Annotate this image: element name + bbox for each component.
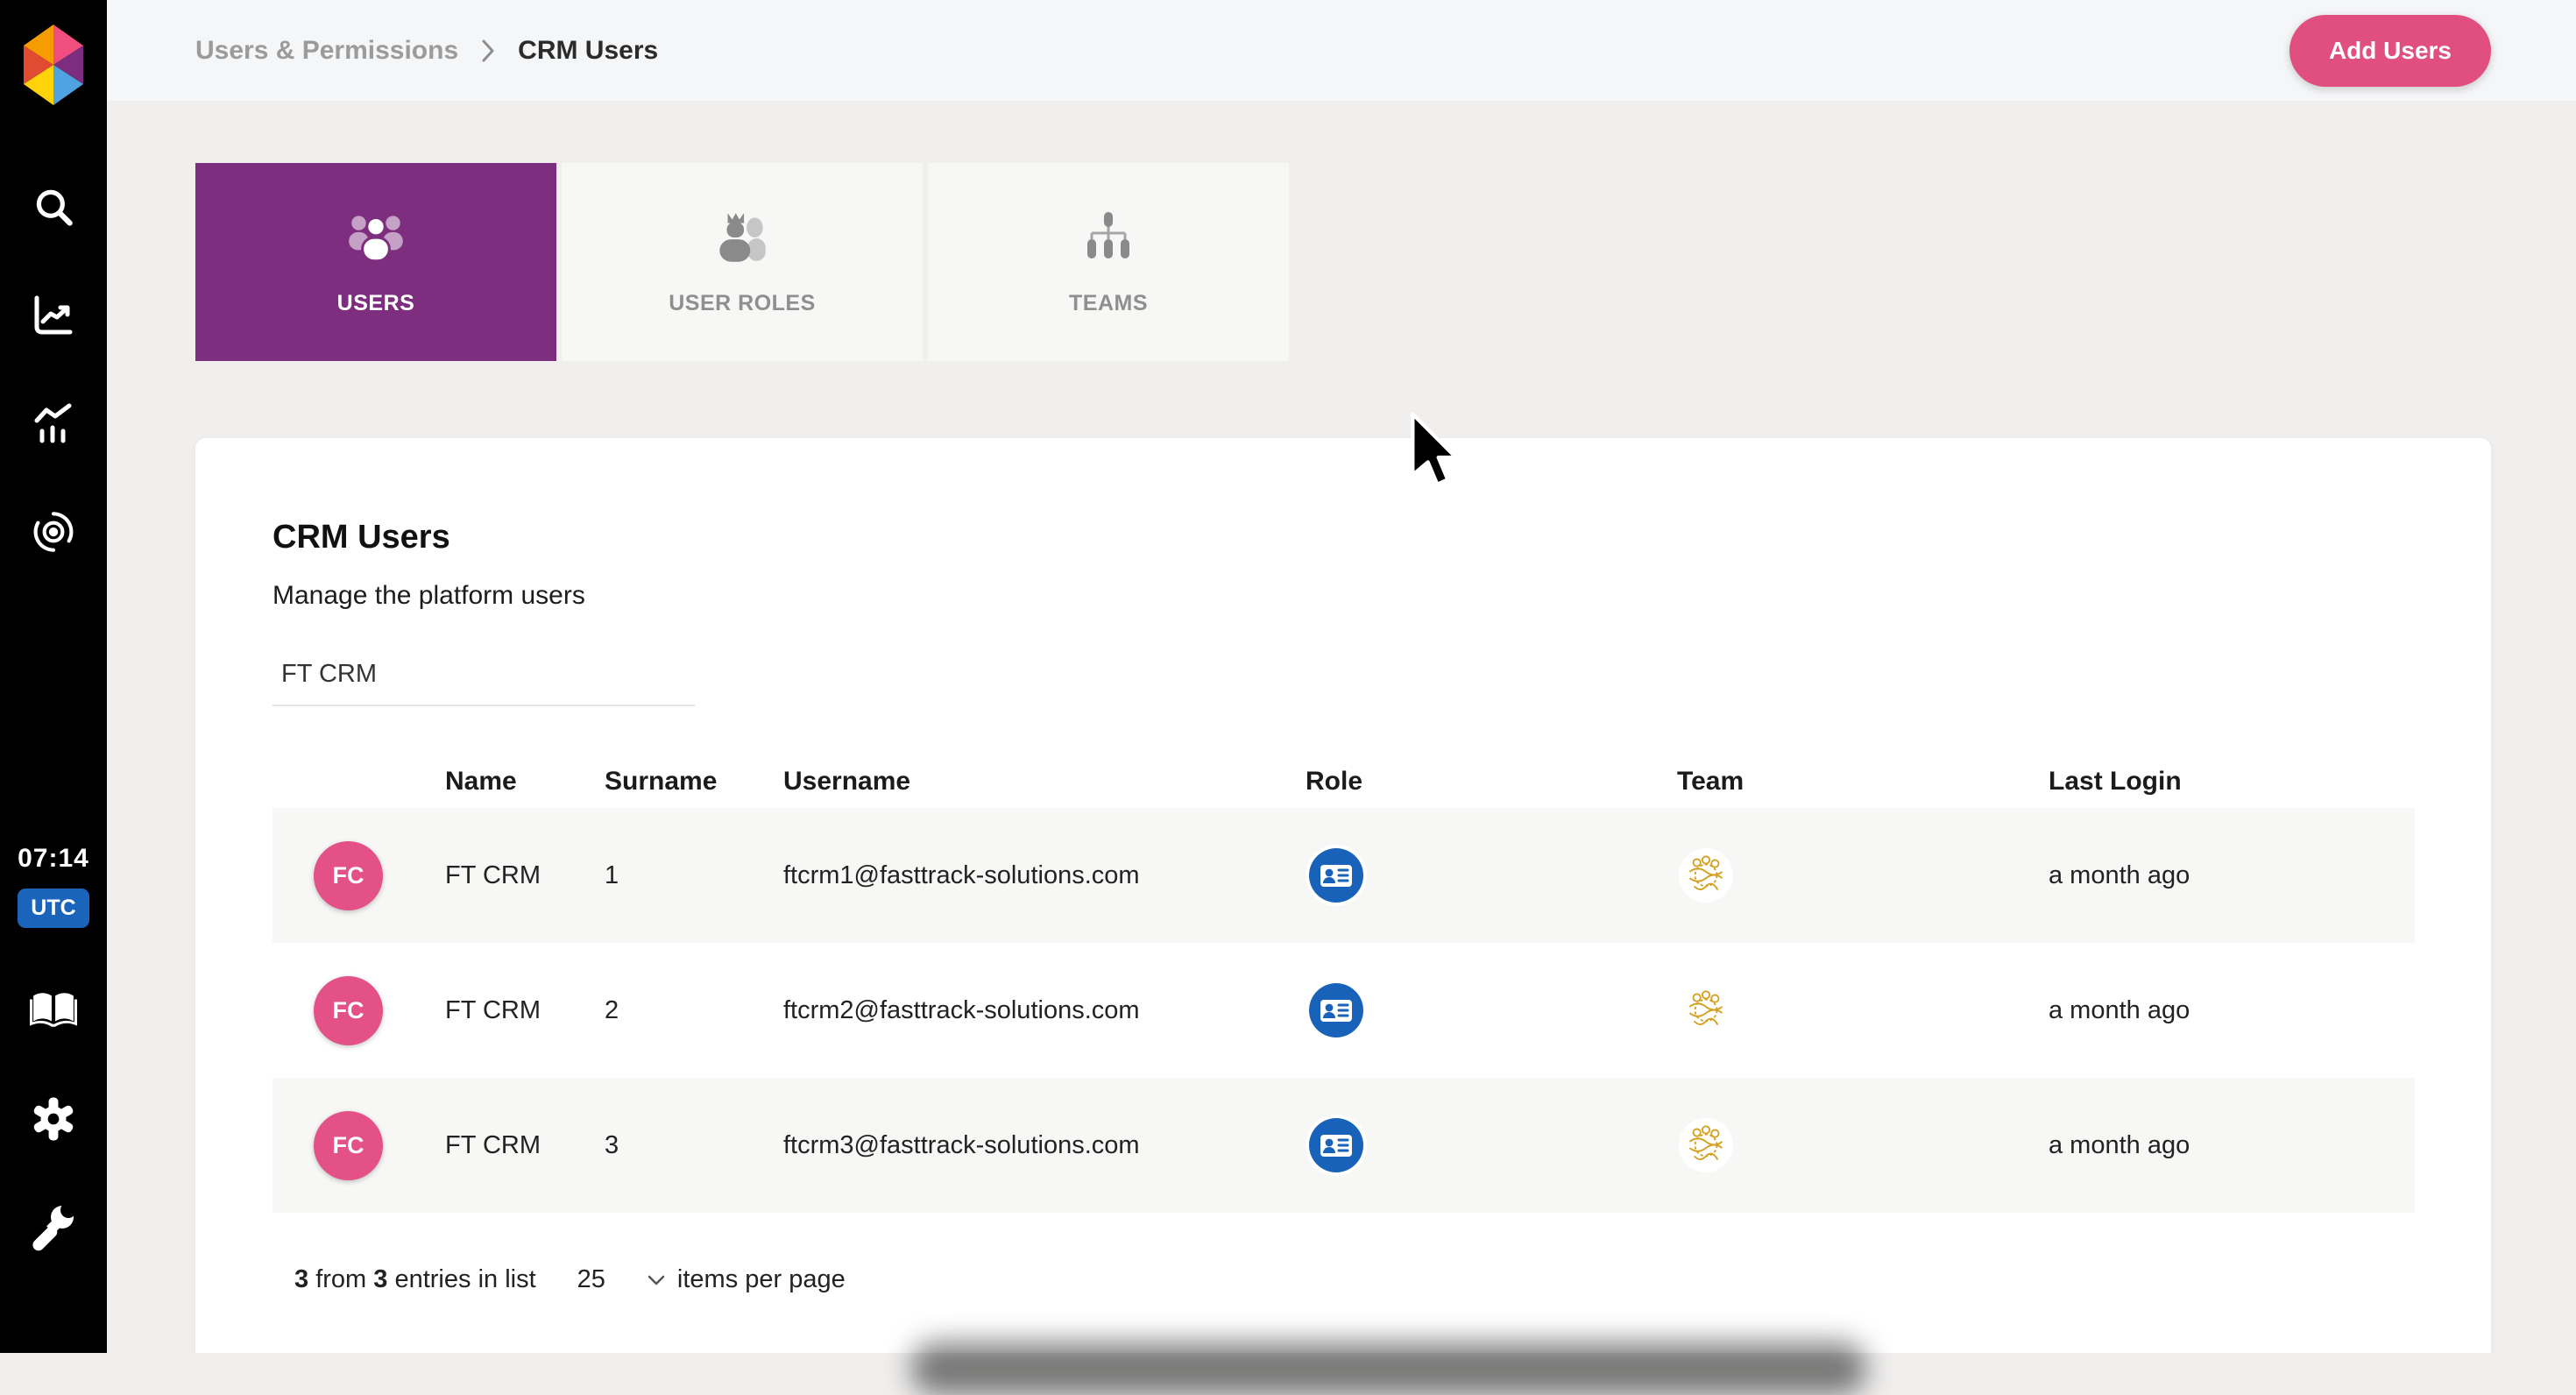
bar-chart-icon bbox=[34, 403, 72, 443]
cell-surname: 3 bbox=[605, 1130, 619, 1159]
sidebar: 07:14 UTC bbox=[0, 0, 107, 1353]
sidebar-tools-button[interactable] bbox=[0, 1198, 107, 1256]
table-row[interactable]: FC FT CRM 3 ftcrm3@fasttrack-solutions.c… bbox=[272, 1078, 2415, 1213]
sidebar-settings-button[interactable] bbox=[0, 1090, 107, 1148]
page-title: CRM Users bbox=[272, 519, 450, 556]
add-users-button[interactable]: Add Users bbox=[2289, 14, 2491, 87]
sidebar-reports-button[interactable] bbox=[0, 395, 107, 453]
sidebar-search-button[interactable] bbox=[0, 180, 107, 237]
table-header: Name Surname Username Role Team Last Log… bbox=[272, 755, 2415, 808]
avatar[interactable]: FC bbox=[314, 975, 383, 1045]
cell-name: FT CRM bbox=[445, 860, 541, 889]
entries-shown-count: 3 bbox=[294, 1265, 309, 1293]
team-badge-icon[interactable] bbox=[1677, 1118, 2049, 1172]
sidebar-docs-button[interactable] bbox=[0, 981, 107, 1039]
avatar[interactable]: FC bbox=[314, 1110, 383, 1180]
cell-surname: 2 bbox=[605, 995, 619, 1024]
role-badge-icon[interactable] bbox=[1306, 980, 1677, 1041]
pagination-bar: 3 from 3 entries in list 25 items per pa… bbox=[294, 1265, 2491, 1294]
breadcrumb: Users & Permissions CRM Users bbox=[195, 36, 658, 66]
sidebar-target-button[interactable] bbox=[0, 503, 107, 561]
main-content: USERS USER ROLES TEAMS CRM Users Manage … bbox=[107, 101, 2576, 1353]
tab-teams-label: TEAMS bbox=[1069, 291, 1148, 315]
target-icon bbox=[33, 512, 74, 552]
role-badge-icon[interactable] bbox=[1306, 1115, 1677, 1176]
line-chart-icon bbox=[34, 295, 73, 335]
entries-total-count: 3 bbox=[373, 1265, 388, 1293]
chevron-right-icon bbox=[482, 39, 494, 61]
search-icon bbox=[36, 189, 73, 226]
cell-name: FT CRM bbox=[445, 1130, 541, 1159]
timezone-badge[interactable]: UTC bbox=[0, 887, 107, 929]
cell-username: ftcrm2@fasttrack-solutions.com bbox=[783, 995, 1140, 1024]
items-per-page-select[interactable]: 25 items per page bbox=[577, 1265, 846, 1294]
teams-orgchart-icon bbox=[1079, 209, 1137, 265]
tools-wrench-icon bbox=[32, 1202, 76, 1251]
cell-last-login: a month ago bbox=[2049, 1130, 2190, 1159]
app-logo[interactable] bbox=[0, 19, 107, 110]
tab-users-label: USERS bbox=[336, 291, 415, 315]
user-roles-icon bbox=[710, 209, 775, 265]
cell-last-login: a month ago bbox=[2049, 995, 2190, 1024]
avatar[interactable]: FC bbox=[314, 840, 383, 910]
utc-badge-label: UTC bbox=[18, 888, 89, 928]
cell-username: ftcrm1@fasttrack-solutions.com bbox=[783, 860, 1140, 889]
cell-surname: 1 bbox=[605, 860, 619, 889]
bottom-shadow bbox=[911, 1342, 1866, 1395]
tab-user-roles-label: USER ROLES bbox=[669, 291, 816, 315]
sidebar-analytics-button[interactable] bbox=[0, 287, 107, 345]
users-group-icon bbox=[343, 209, 408, 265]
crm-users-card: CRM Users Manage the platform users Name… bbox=[195, 438, 2491, 1353]
tab-user-roles[interactable]: USER ROLES bbox=[562, 163, 923, 361]
tab-teams[interactable]: TEAMS bbox=[928, 163, 1289, 361]
header-role: Role bbox=[1306, 767, 1363, 796]
breadcrumb-parent[interactable]: Users & Permissions bbox=[195, 36, 458, 66]
settings-gear-icon bbox=[33, 1097, 74, 1141]
cell-username: ftcrm3@fasttrack-solutions.com bbox=[783, 1130, 1140, 1159]
tab-strip: USERS USER ROLES TEAMS bbox=[195, 163, 1289, 361]
header-team: Team bbox=[1677, 767, 1744, 796]
team-badge-icon[interactable] bbox=[1677, 983, 2049, 1037]
cell-name: FT CRM bbox=[445, 995, 541, 1024]
entries-from-word: from bbox=[308, 1265, 374, 1293]
cell-last-login: a month ago bbox=[2049, 860, 2190, 889]
chevron-down-icon bbox=[648, 1275, 665, 1285]
items-per-page-label: items per page bbox=[676, 1265, 846, 1293]
header-name: Name bbox=[445, 767, 517, 796]
user-filter-input[interactable] bbox=[272, 646, 695, 706]
top-bar: Users & Permissions CRM Users Add Users bbox=[107, 0, 2576, 101]
header-last-login: Last Login bbox=[2049, 767, 2182, 796]
table-row[interactable]: FC FT CRM 2 ftcrm2@fasttrack-solutions.c… bbox=[272, 943, 2415, 1078]
docs-book-icon bbox=[30, 993, 77, 1027]
clock-time: 07:14 bbox=[0, 839, 107, 878]
header-surname: Surname bbox=[605, 767, 718, 796]
page-subtitle: Manage the platform users bbox=[272, 581, 585, 610]
logo-icon bbox=[24, 25, 83, 105]
items-per-page-value: 25 bbox=[577, 1265, 605, 1293]
team-badge-icon[interactable] bbox=[1677, 848, 2049, 903]
breadcrumb-current: CRM Users bbox=[518, 35, 659, 65]
role-badge-icon[interactable] bbox=[1306, 845, 1677, 906]
table-row[interactable]: FC FT CRM 1 ftcrm1@fasttrack-solutions.c… bbox=[272, 808, 2415, 943]
tab-users[interactable]: USERS bbox=[195, 163, 556, 361]
header-username: Username bbox=[783, 767, 911, 796]
time-label: 07:14 bbox=[18, 844, 89, 873]
entries-label: entries in list bbox=[387, 1265, 536, 1293]
